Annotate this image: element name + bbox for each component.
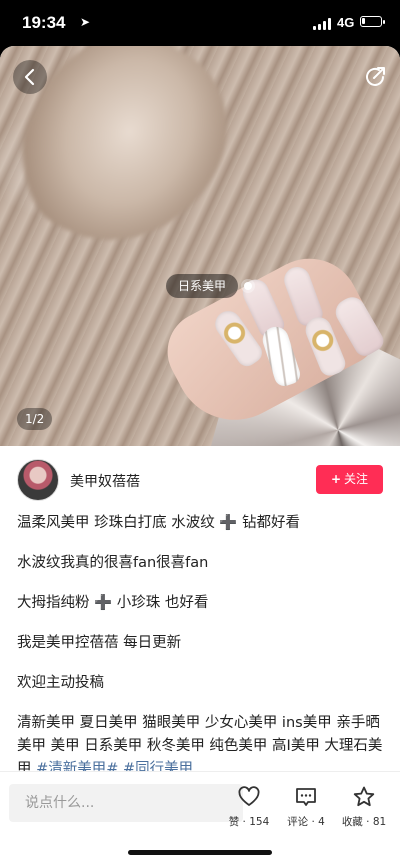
battery-icon — [360, 16, 385, 27]
star-icon — [353, 786, 375, 807]
chevron-left-icon — [24, 68, 35, 86]
comment-count: 评论 · 4 — [287, 816, 325, 828]
signal-icon — [313, 18, 333, 30]
heart-icon — [238, 786, 260, 806]
note-card: 日系美甲 1/2 美甲奴蓓蓓 + 关注 温柔风美甲 珍珠白打底 水波纹 ➕ 钻都好… — [0, 46, 400, 866]
author-row: 美甲奴蓓蓓 + 关注 — [0, 458, 400, 504]
image-counter: 1/2 — [17, 408, 53, 430]
status-bar: 19:34 ➤ 4G — [0, 0, 400, 46]
location-arrow-icon: ➤ — [80, 15, 91, 29]
post-paragraph: 水波纹我真的很喜fan很喜fan — [17, 555, 209, 571]
network-type: 4G — [337, 15, 355, 30]
collect-button[interactable]: 收藏 · 81 — [334, 785, 394, 829]
post-paragraph: 大拇指纯粉 ➕ 小珍珠 也好看 — [17, 595, 209, 611]
comment-button[interactable]: 评论 · 4 — [276, 785, 336, 829]
plus-icon: + — [330, 472, 342, 486]
post-paragraph: 我是美甲控蓓蓓 每日更新 — [17, 635, 182, 651]
tag-anchor-dot — [244, 282, 252, 290]
post-paragraph: 温柔风美甲 珍珠白打底 水波纹 ➕ 钻都好看 — [17, 515, 300, 531]
comment-icon — [296, 788, 316, 806]
back-button[interactable] — [13, 60, 47, 94]
like-count: 赞 · 154 — [228, 816, 270, 828]
comment-input[interactable]: 说点什么... — [9, 784, 243, 822]
author-name[interactable]: 美甲奴蓓蓓 — [70, 471, 140, 491]
like-button[interactable]: 赞 · 154 — [219, 785, 279, 829]
collect-count: 收藏 · 81 — [341, 816, 387, 828]
image-tag[interactable]: 日系美甲 — [166, 274, 239, 298]
status-time: 19:34 — [22, 13, 66, 32]
follow-label: 关注 — [344, 472, 369, 486]
follow-button[interactable]: + 关注 — [316, 465, 383, 494]
post-content: 温柔风美甲 珍珠白打底 水波纹 ➕ 钻都好看 水波纹我真的很喜fan很喜fan … — [17, 512, 383, 798]
post-paragraph: 欢迎主动投稿 — [17, 675, 104, 691]
bottom-action-bar: 说点什么... 赞 · 154 评论 · 4 收藏 · 81 — [0, 772, 400, 866]
post-tags: 清新美甲 夏日美甲 猫眼美甲 少女心美甲 ins美甲 亲手晒美甲 美甲 日系美甲… — [17, 712, 383, 781]
share-button[interactable] — [362, 64, 388, 90]
post-image[interactable]: 日系美甲 1/2 — [0, 46, 400, 446]
home-indicator[interactable] — [128, 850, 272, 855]
share-icon — [366, 67, 385, 86]
avatar[interactable] — [17, 459, 59, 501]
